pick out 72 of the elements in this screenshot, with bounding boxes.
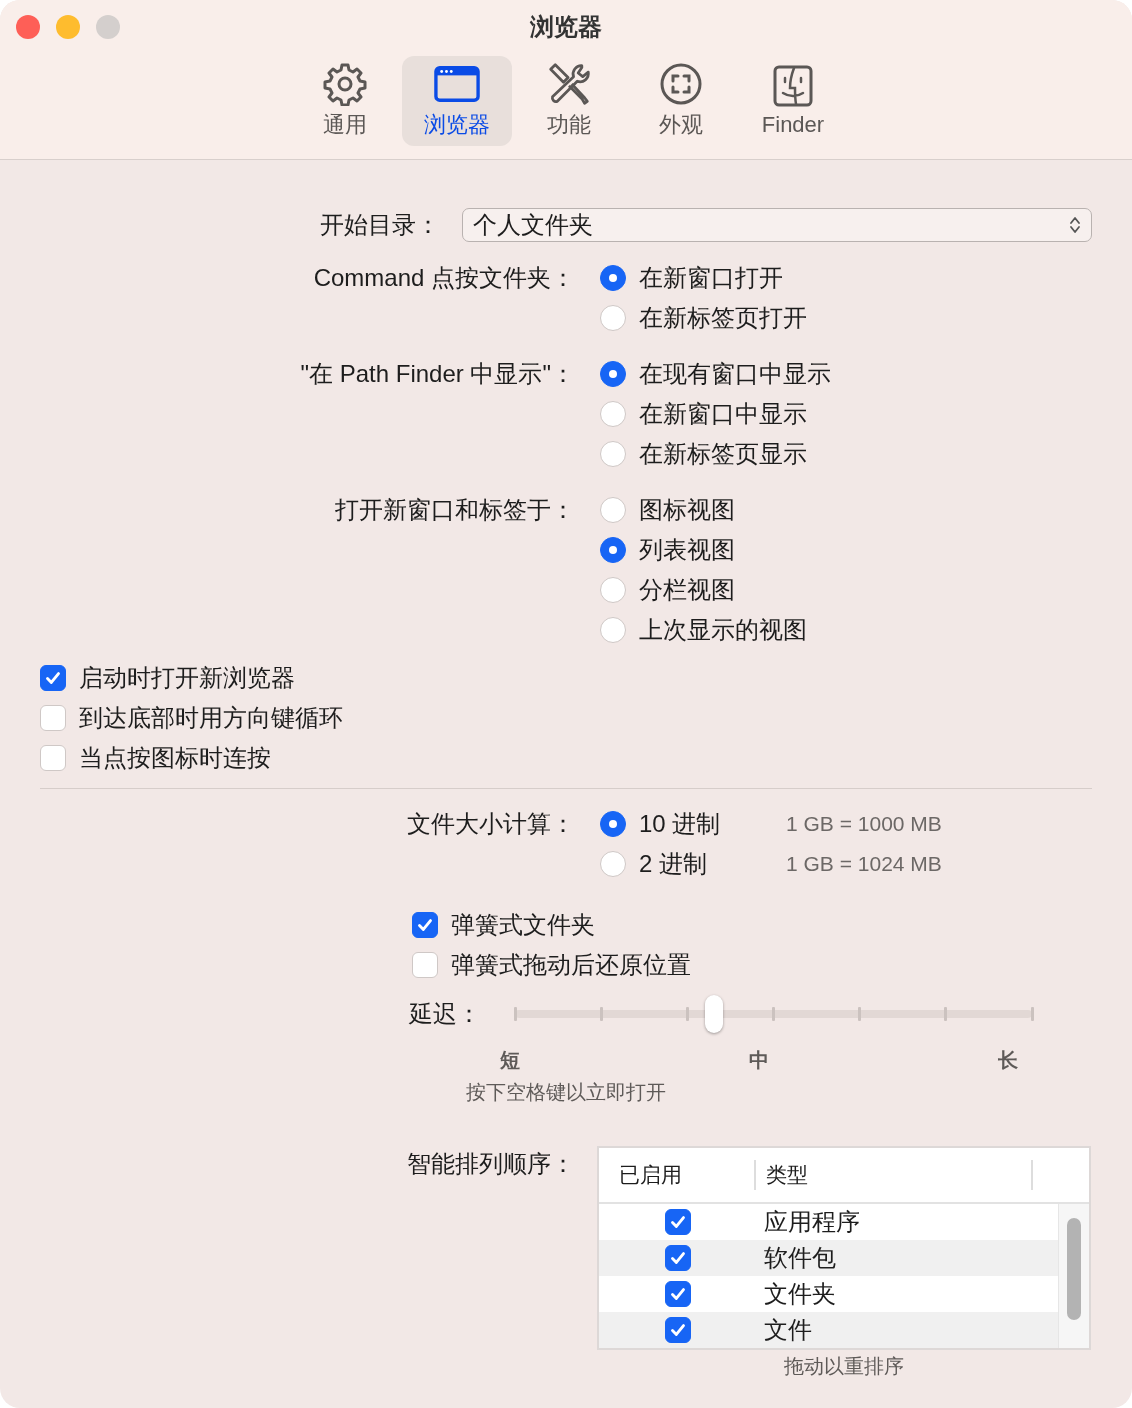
radio-label: 2 进制 bbox=[639, 849, 708, 879]
option-label: 智能排列顺序： bbox=[406, 1149, 575, 1179]
close-button[interactable] bbox=[16, 15, 40, 39]
window-title: 浏览器 bbox=[530, 12, 602, 42]
tick-label: 中 bbox=[749, 1048, 769, 1073]
hint-text: 按下空格键以立即打开 bbox=[466, 1080, 666, 1105]
checkbox[interactable] bbox=[664, 1245, 691, 1271]
radio-label: 图标视图 bbox=[639, 495, 735, 525]
checkbox[interactable] bbox=[664, 1317, 691, 1343]
radio-button[interactable] bbox=[600, 577, 626, 603]
radio-label: 列表视图 bbox=[639, 535, 735, 565]
radio-label: 10 进制 bbox=[639, 809, 722, 839]
radio-button[interactable] bbox=[600, 811, 626, 837]
minimize-button[interactable] bbox=[56, 15, 80, 39]
toolbar-tab[interactable]: 浏览器 bbox=[402, 56, 512, 146]
checkbox-label: 弹簧式文件夹 bbox=[451, 910, 595, 940]
radio-label: 在新窗口中显示 bbox=[639, 399, 807, 429]
up-down-chevron-icon bbox=[1069, 215, 1081, 235]
toolbar-tab[interactable]: 通用 bbox=[290, 56, 400, 146]
option-label: 打开新窗口和标签于： bbox=[334, 495, 575, 525]
tick-label: 长 bbox=[998, 1048, 1018, 1073]
table-cell-text: 软件包 bbox=[763, 1243, 836, 1273]
option-label: "在 Path Finder 中显示"： bbox=[299, 359, 575, 389]
radio-label: 上次显示的视图 bbox=[639, 615, 807, 645]
radio-label: 在新标签页打开 bbox=[639, 303, 807, 333]
gear-icon bbox=[322, 62, 368, 106]
radio-button[interactable] bbox=[600, 851, 626, 877]
toolbar-tab[interactable]: 外观 bbox=[626, 56, 736, 146]
checkbox[interactable] bbox=[412, 912, 438, 938]
checkbox-label: 当点按图标时连按 bbox=[79, 743, 271, 773]
radio-button[interactable] bbox=[600, 497, 626, 523]
table-cell-text: 文件 bbox=[763, 1315, 812, 1345]
radio-label: 在新窗口打开 bbox=[639, 263, 783, 293]
delay-slider[interactable] bbox=[515, 994, 1032, 1034]
tick-label: 短 bbox=[500, 1048, 520, 1073]
checkbox[interactable] bbox=[40, 665, 66, 691]
circle-frame-icon bbox=[658, 62, 704, 106]
option-label: Command 点按文件夹： bbox=[312, 263, 575, 293]
radio-button[interactable] bbox=[600, 537, 626, 563]
hint-text: 拖动以重排序 bbox=[784, 1354, 904, 1379]
checkbox-label: 到达底部时用方向键循环 bbox=[79, 703, 343, 733]
table-cell-text: 文件夹 bbox=[763, 1279, 836, 1309]
checkbox[interactable] bbox=[412, 952, 438, 978]
checkbox[interactable] bbox=[40, 745, 66, 771]
scrollbar-thumb[interactable] bbox=[1067, 1218, 1081, 1320]
slider-thumb[interactable] bbox=[705, 995, 724, 1033]
radio-label: 在现有窗口中显示 bbox=[639, 359, 831, 389]
radio-label: 在新标签页显示 bbox=[639, 439, 807, 469]
start-folder-popup[interactable]: 个人文件夹 bbox=[462, 208, 1092, 242]
checkbox-label: 启动时打开新浏览器 bbox=[79, 663, 295, 693]
toolbar-tab[interactable]: 功能 bbox=[514, 56, 624, 146]
column-header[interactable]: 已启用 bbox=[599, 1160, 756, 1190]
size-note: 1 GB = 1000 MB bbox=[786, 812, 942, 836]
checkbox[interactable] bbox=[664, 1209, 691, 1235]
radio-button[interactable] bbox=[600, 361, 626, 387]
checkbox-label: 弹簧式拖动后还原位置 bbox=[451, 950, 691, 980]
radio-button[interactable] bbox=[600, 401, 626, 427]
radio-button[interactable] bbox=[600, 441, 626, 467]
toolbar-tab[interactable]: Finder bbox=[738, 56, 848, 146]
checkbox[interactable] bbox=[40, 705, 66, 731]
delay-label: 延迟： bbox=[409, 999, 481, 1029]
checkbox[interactable] bbox=[664, 1281, 691, 1307]
radio-button[interactable] bbox=[600, 265, 626, 291]
table-cell-text: 应用程序 bbox=[763, 1207, 860, 1237]
tools-icon bbox=[546, 62, 592, 106]
column-header[interactable]: 类型 bbox=[756, 1160, 1033, 1190]
start-folder-label: 开始目录： bbox=[320, 210, 440, 240]
option-label: 文件大小计算： bbox=[406, 809, 575, 839]
radio-button[interactable] bbox=[600, 617, 626, 643]
radio-button[interactable] bbox=[600, 305, 626, 331]
size-note: 1 GB = 1024 MB bbox=[786, 852, 942, 876]
radio-label: 分栏视图 bbox=[639, 575, 735, 605]
